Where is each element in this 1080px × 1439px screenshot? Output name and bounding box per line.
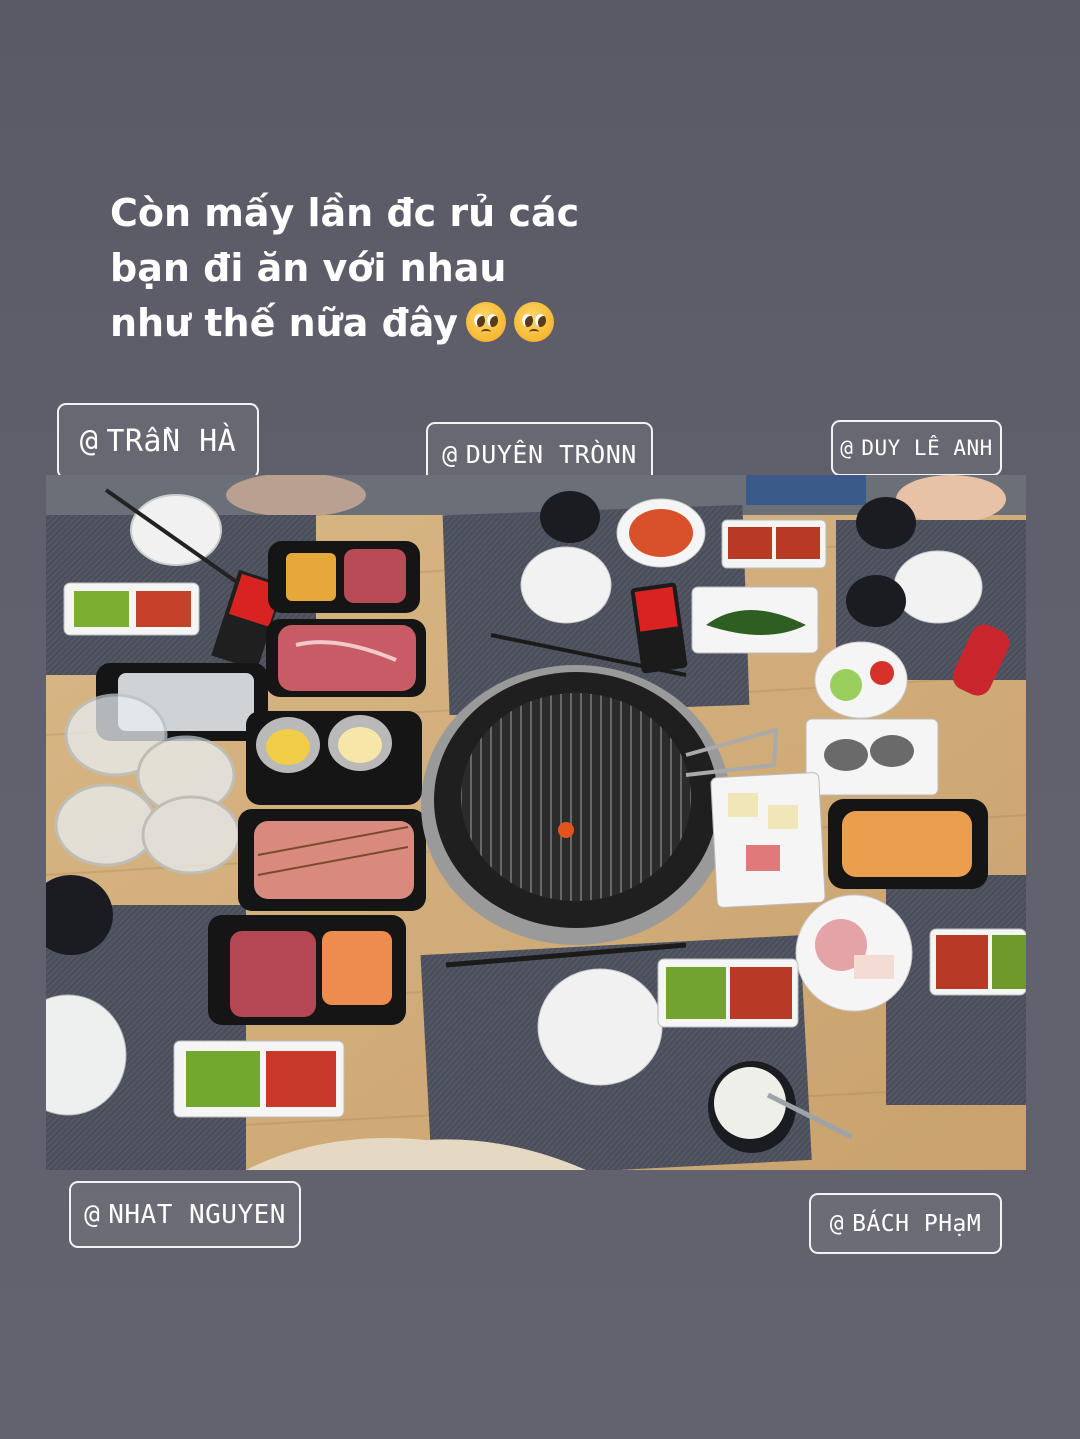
green-sauce [186,1051,260,1107]
cheese-sticks-dish [710,772,826,908]
kimchi [629,509,693,557]
mention-tag-duy-le-anh[interactable]: @ DUY LÊ ANH [831,420,1002,476]
mention-name: DUY LÊ ANH [861,436,993,460]
korean-bbq-table-photo[interactable] [46,475,1026,1170]
mention-tag-bach-pham[interactable]: @ BÁCH PHạM [809,1193,1002,1254]
mention-name: NHAT NGUYEN [108,1199,286,1230]
caption-line: như thế nữa đây [110,296,670,351]
small-bowl [856,497,916,549]
tomato [870,661,894,685]
person-arm [226,475,366,517]
chili-sauce [266,1051,336,1107]
rice-bowl [537,968,663,1086]
rice-bowl [893,550,983,624]
mention-name: TRầN HÀ [106,423,237,459]
person-sleeve [746,475,866,505]
brand-card [634,586,678,632]
green-sauce [74,591,129,627]
cucumber [830,669,862,701]
marinated-chicken [842,811,972,877]
story-caption: Còn mấy lần đc rủ các bạn đi ăn với nhau… [110,186,670,351]
at-icon: @ [84,1199,101,1230]
caption-line: bạn đi ăn với nhau [110,246,507,290]
beef-slices [344,549,406,603]
mention-tag-tran-ha[interactable]: @ TRầN HÀ [57,403,259,479]
small-bowl [540,491,600,543]
rice-bowl [520,546,612,624]
tofu-pieces [286,553,336,601]
at-icon: @ [840,436,854,460]
at-icon: @ [829,1210,845,1237]
at-icon: @ [442,439,458,469]
bbq-photo-illustration [46,475,1026,1170]
red-sauce [136,591,191,627]
at-icon: @ [79,423,99,459]
rice-bowl [130,494,222,566]
oyster [824,739,868,771]
salmon [322,931,392,1005]
mention-name: BÁCH PHạM [852,1210,982,1237]
mention-tag-nhat-nguyen[interactable]: @ NHAT NGUYEN [69,1181,301,1248]
caption-line: Còn mấy lần đc rủ các [110,191,580,235]
mention-name: DUYÊN TRÒNN [465,439,637,469]
oyster [870,735,914,767]
pleading-face-icon [514,302,555,342]
soup [714,1067,786,1139]
pleading-face-icon [466,302,507,342]
small-bowl [846,575,906,627]
beef-block [230,931,316,1017]
